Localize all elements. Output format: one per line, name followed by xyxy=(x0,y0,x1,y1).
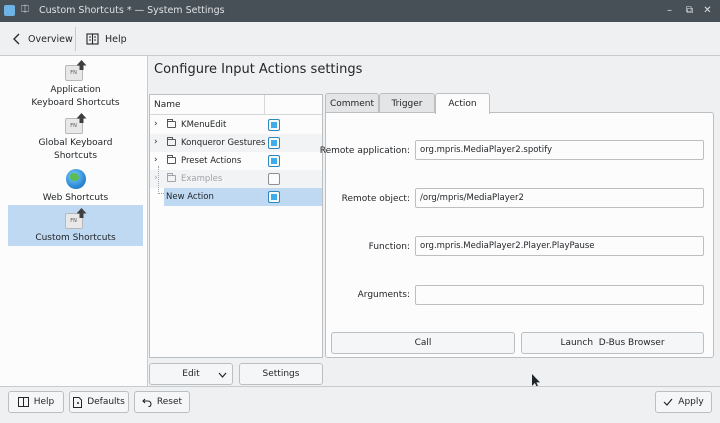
sidebar-item-label: Application Keyboard Shortcuts xyxy=(31,85,120,108)
checkmark-icon xyxy=(663,398,673,406)
tree-row-label: Konqueror Gestures xyxy=(181,138,266,148)
help-book-icon xyxy=(17,397,29,407)
edit-dropdown-button[interactable]: Edit xyxy=(149,363,233,385)
function-field[interactable] xyxy=(415,236,704,256)
globe-icon xyxy=(65,169,86,189)
defaults-button[interactable]: Defaults xyxy=(69,391,129,413)
footer-help-label: Help xyxy=(33,397,55,407)
help-toolbar-button[interactable]: Help xyxy=(80,27,133,51)
enabled-checkbox[interactable] xyxy=(268,155,280,167)
help-book-icon xyxy=(86,33,99,45)
column-separator xyxy=(264,95,265,115)
enabled-checkbox[interactable] xyxy=(268,191,280,203)
folder-icon xyxy=(167,137,176,146)
window-title: Custom Shortcuts * — System Settings xyxy=(39,5,225,16)
sidebar-item-label: Global Keyboard Shortcuts xyxy=(38,138,113,161)
sidebar-item-custom-shortcuts[interactable]: FN Custom Shortcuts xyxy=(8,205,143,246)
page-title: Configure Input Actions settings xyxy=(154,62,363,77)
sidebar-item-label: Web Shortcuts xyxy=(42,193,109,203)
toolbar-separator xyxy=(75,27,76,51)
sidebar: FN Application Keyboard Shortcuts FN Glo… xyxy=(0,56,148,386)
tree-row-label: KMenuEdit xyxy=(181,120,227,130)
folder-icon xyxy=(167,155,176,164)
enabled-checkbox[interactable] xyxy=(268,137,280,149)
footer-help-button[interactable]: Help xyxy=(8,391,64,413)
remote-object-label: Remote object: xyxy=(341,194,410,204)
pin-icon[interactable]: ⎅ xyxy=(21,4,29,15)
chevron-down-icon xyxy=(218,372,227,378)
arguments-field[interactable] xyxy=(415,285,704,305)
fn-key-icon: FN xyxy=(64,60,87,82)
expand-arrow-icon[interactable]: › xyxy=(154,119,158,129)
fn-key-icon: FN xyxy=(64,113,87,135)
reset-button[interactable]: Reset xyxy=(134,391,190,413)
help-toolbar-label: Help xyxy=(105,33,127,45)
edit-label: Edit xyxy=(182,369,200,379)
overview-label: Overview xyxy=(28,33,73,45)
settings-label: Settings xyxy=(262,369,300,379)
enabled-checkbox[interactable] xyxy=(268,119,280,131)
tab-label: Trigger xyxy=(391,98,423,109)
actions-tree[interactable]: Name › KMenuEdit › Konqueror Gestures › … xyxy=(149,94,323,358)
mouse-cursor-icon xyxy=(532,374,540,386)
column-header-name[interactable]: Name xyxy=(154,100,181,110)
sidebar-item-label: Custom Shortcuts xyxy=(35,233,116,243)
call-button[interactable]: Call xyxy=(331,332,515,354)
enabled-checkbox[interactable] xyxy=(268,173,280,185)
tree-row-kmenuedit[interactable]: › KMenuEdit xyxy=(150,116,322,134)
tree-branch-line xyxy=(158,166,164,194)
undo-icon xyxy=(142,398,152,407)
expand-arrow-icon[interactable]: › xyxy=(154,155,158,165)
apply-button[interactable]: Apply xyxy=(655,391,712,413)
reset-label: Reset xyxy=(156,397,183,407)
folder-icon xyxy=(167,173,176,182)
tree-row-konqueror-gestures[interactable]: › Konqueror Gestures xyxy=(150,134,322,152)
chevron-left-icon xyxy=(13,33,20,45)
arguments-label: Arguments: xyxy=(357,290,410,300)
close-icon[interactable]: ✕ xyxy=(700,3,715,18)
tree-row-label: Examples xyxy=(181,174,223,184)
apply-label: Apply xyxy=(678,397,704,407)
sidebar-item-application-shortcuts[interactable]: FN Application Keyboard Shortcuts xyxy=(8,60,143,110)
minimize-icon[interactable]: – xyxy=(662,3,677,18)
launch-dbus-browser-button[interactable]: Launch D-Bus Browser xyxy=(521,332,704,354)
function-label: Function: xyxy=(368,242,410,252)
tree-row-preset-actions[interactable]: › Preset Actions xyxy=(150,152,322,170)
launch-label: Launch D-Bus Browser xyxy=(560,338,665,348)
window-titlebar: ⎅ Custom Shortcuts * — System Settings –… xyxy=(0,0,720,22)
tab-label: Action xyxy=(448,99,477,109)
remote-application-field[interactable] xyxy=(415,140,704,160)
tree-row-label: New Action xyxy=(166,192,214,202)
tree-header: Name xyxy=(150,95,322,115)
overview-button[interactable]: Overview xyxy=(6,27,79,51)
sidebar-item-web-shortcuts[interactable]: Web Shortcuts xyxy=(8,169,143,205)
defaults-label: Defaults xyxy=(87,397,125,407)
settings-button[interactable]: Settings xyxy=(239,363,323,385)
tab-action[interactable]: Action xyxy=(435,93,490,114)
tab-trigger[interactable]: Trigger xyxy=(379,93,435,113)
remote-application-label: Remote application: xyxy=(319,146,410,156)
top-toolbar: Overview Help xyxy=(0,22,720,56)
system-settings-app-icon[interactable] xyxy=(4,5,15,16)
tree-row-examples[interactable]: › Examples xyxy=(150,170,322,188)
expand-arrow-icon[interactable]: › xyxy=(154,137,158,147)
maximize-icon[interactable]: ⧉ xyxy=(682,3,697,18)
call-label: Call xyxy=(414,338,432,348)
remote-object-field[interactable] xyxy=(415,188,704,208)
sidebar-item-global-shortcuts[interactable]: FN Global Keyboard Shortcuts xyxy=(8,113,143,163)
document-defaults-icon xyxy=(73,396,83,408)
folder-icon xyxy=(167,119,176,128)
tab-label: Comment xyxy=(329,98,375,109)
tab-comment[interactable]: Comment xyxy=(325,93,379,113)
tree-row-label: Preset Actions xyxy=(181,156,242,166)
fn-key-icon: FN xyxy=(64,208,87,230)
